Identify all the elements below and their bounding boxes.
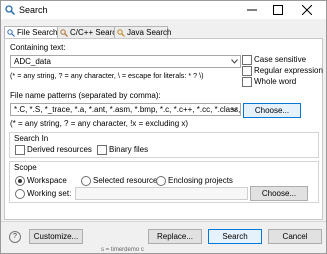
file-patterns-value: *.C, *.S, *_trace, *.a, *.ant, *.asm, *.…	[14, 105, 241, 114]
tab-label: Java Search	[127, 28, 172, 37]
scope-group: Scope Workspace Selected resources Enclo…	[9, 161, 319, 203]
file-search-panel: Containing text: ADC_data (* = any strin…	[4, 38, 323, 220]
java-search-icon	[117, 29, 125, 37]
search-button[interactable]: Search	[208, 229, 262, 244]
enclosing-projects-radio[interactable]	[156, 176, 166, 186]
minimize-button[interactable]	[240, 1, 264, 19]
derived-resources-checkbox[interactable]	[15, 145, 25, 155]
tab-java-search[interactable]: Java Search	[114, 26, 172, 38]
binary-files-checkbox[interactable]	[97, 145, 107, 155]
search-in-title: Search In	[14, 134, 49, 143]
cpp-search-icon	[60, 29, 68, 37]
whole-word-checkbox[interactable]	[242, 77, 252, 87]
selected-resources-radio[interactable]	[81, 176, 91, 186]
file-patterns-label: File name patterns (separated by comma):	[10, 91, 161, 100]
case-sensitive-checkbox[interactable]	[242, 55, 252, 65]
tab-label: File Search	[17, 28, 58, 37]
chevron-down-icon[interactable]	[231, 59, 238, 64]
search-dialog: Search File Search C/C++ Search Java Sea…	[0, 0, 327, 254]
containing-text-combo[interactable]: ADC_data	[10, 55, 241, 68]
case-sensitive-label: Case sensitive	[254, 55, 307, 64]
background-editor-text: s = timerdemo c	[101, 247, 144, 253]
chevron-down-icon[interactable]	[231, 107, 238, 112]
working-set-field[interactable]	[75, 187, 248, 200]
regular-expression-label: Regular expression	[254, 66, 323, 75]
regular-expression-checkbox[interactable]	[242, 66, 252, 76]
working-set-label: Working set:	[27, 189, 72, 198]
maximize-button[interactable]	[266, 1, 290, 19]
containing-text-label: Containing text:	[10, 43, 66, 52]
cancel-button[interactable]: Cancel	[268, 229, 322, 244]
selected-resources-label: Selected resources	[93, 176, 162, 185]
customize-button[interactable]: Customize...	[29, 229, 83, 244]
window-title: Search	[19, 5, 48, 15]
file-patterns-hint: (* = any string, ? = any character, !x =…	[10, 119, 189, 128]
replace-button[interactable]: Replace...	[148, 229, 202, 244]
working-set-radio[interactable]	[15, 189, 25, 199]
divider	[1, 221, 326, 222]
derived-resources-label: Derived resources	[27, 145, 92, 154]
workspace-radio[interactable]	[15, 176, 25, 186]
title-bar[interactable]: Search	[1, 1, 326, 19]
help-icon[interactable]: ?	[9, 231, 21, 243]
scope-title: Scope	[14, 163, 37, 172]
close-icon	[302, 5, 312, 15]
search-app-icon	[5, 5, 15, 15]
file-search-icon	[7, 29, 15, 37]
minimize-icon	[247, 9, 257, 11]
close-button[interactable]	[295, 1, 319, 19]
workspace-label: Workspace	[27, 176, 67, 185]
choose-file-types-button[interactable]: Choose...	[243, 103, 301, 118]
enclosing-projects-label: Enclosing projects	[168, 176, 233, 185]
search-in-group: Search In Derived resources Binary files	[9, 132, 319, 158]
file-patterns-combo[interactable]: *.C, *.S, *_trace, *.a, *.ant, *.asm, *.…	[10, 103, 241, 116]
choose-working-set-button[interactable]: Choose...	[250, 186, 308, 201]
tab-cpp-search[interactable]: C/C++ Search	[57, 26, 121, 38]
maximize-icon	[273, 5, 283, 15]
whole-word-label: Whole word	[254, 77, 297, 86]
containing-text-hint: (* = any string, ? = any character, \ = …	[10, 71, 204, 80]
containing-text-value: ADC_data	[14, 57, 51, 66]
binary-files-label: Binary files	[109, 145, 149, 154]
